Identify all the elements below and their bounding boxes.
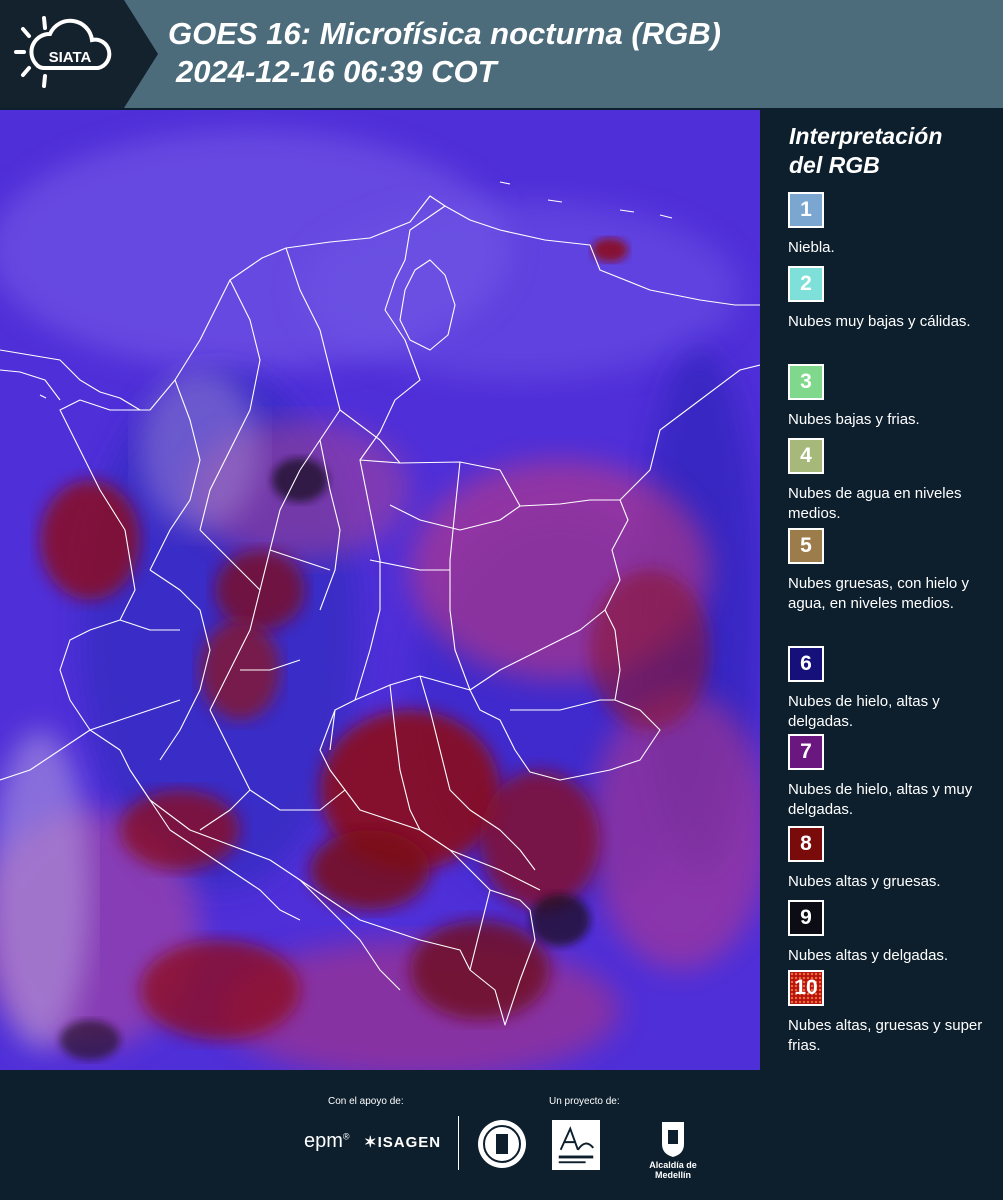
page-timestamp: 2024-12-16 06:39 COT [176, 54, 497, 89]
page-title: GOES 16: Microfísica nocturna (RGB) [168, 16, 721, 51]
siata-logo-icon: SIATA [14, 16, 112, 88]
logo-text: SIATA [49, 49, 92, 66]
footer-divider [458, 1116, 459, 1170]
legend-title-line2: del RGB [789, 152, 880, 178]
legend-swatch: 6 [788, 646, 824, 682]
isagen-logo: ✶ISAGEN [364, 1134, 442, 1151]
seal-logo-icon [478, 1120, 526, 1168]
rgb-legend: Interpretación del RGB 1 Niebla. 2 Nubes mu… [762, 108, 1003, 1070]
legend-item-10: 10 Nubes altas, gruesas y super frias. [788, 970, 998, 1056]
legend-swatch: 10 [788, 970, 824, 1006]
epm-text: epm [304, 1130, 343, 1152]
legend-swatch: 7 [788, 734, 824, 770]
legend-item-label: Nubes de hielo, altas y delgadas. [788, 693, 940, 730]
legend-item-1: 1 Niebla. [788, 192, 998, 258]
legend-item-label: Niebla. [788, 239, 835, 256]
legend-swatch: 1 [788, 192, 824, 228]
legend-item-5: 5 Nubes gruesas, con hielo y agua, en niv… [788, 528, 998, 614]
area-metropolitana-logo-icon [552, 1120, 600, 1170]
medellin-shield-icon [662, 1122, 684, 1157]
legend-item-6: 6 Nubes de hielo, altas y delgadas. [788, 646, 998, 732]
legend-item-label: Nubes altas y gruesas. [788, 873, 941, 890]
legend-item-label: Nubes gruesas, con hielo y agua, en nive… [788, 575, 969, 612]
footer: Con el apoyo de: Un proyecto de: epm® ✶I… [0, 1070, 1003, 1200]
map-canvas [0, 110, 760, 1072]
legend-item-label: Nubes de hielo, altas y muy delgadas. [788, 781, 973, 818]
logo-panel: SIATA [0, 0, 158, 108]
support-label: Con el apoyo de: [328, 1096, 404, 1107]
legend-swatch: 3 [788, 364, 824, 400]
legend-swatch: 2 [788, 266, 824, 302]
medellin-label: Alcaldía de Medellín [649, 1160, 697, 1180]
satellite-map[interactable] [0, 110, 760, 1072]
legend-item-label: Nubes altas y delgadas. [788, 947, 949, 964]
legend-item-label: Nubes de agua en niveles medios. [788, 485, 962, 522]
isagen-text: ISAGEN [377, 1134, 442, 1151]
legend-swatch: 5 [788, 528, 824, 564]
legend-item-7: 7 Nubes de hielo, altas y muy delgadas. [788, 734, 998, 820]
legend-item-4: 4 Nubes de agua en niveles medios. [788, 438, 998, 524]
legend-item-3: 3 Nubes bajas y frias. [788, 364, 998, 430]
legend-item-label: Nubes bajas y frias. [788, 411, 920, 428]
legend-swatch: 9 [788, 900, 824, 936]
legend-item-label: Nubes altas, gruesas y super frias. [788, 1017, 983, 1054]
medellin-logo: Alcaldía de Medellín [638, 1120, 708, 1180]
legend-title: Interpretación del RGB [789, 122, 942, 180]
legend-item-2: 2 Nubes muy bajas y cálidas. [788, 266, 998, 332]
header-bar: SIATA GOES 16: Microfísica nocturna (RGB… [0, 0, 1003, 108]
legend-item-8: 8 Nubes altas y gruesas. [788, 826, 998, 892]
legend-item-label: Nubes muy bajas y cálidas. [788, 313, 971, 330]
legend-swatch: 8 [788, 826, 824, 862]
legend-title-line1: Interpretación [789, 123, 943, 149]
legend-item-9: 9 Nubes altas y delgadas. [788, 900, 998, 966]
legend-swatch: 4 [788, 438, 824, 474]
project-label: Un proyecto de: [549, 1096, 620, 1107]
epm-logo: epm® [304, 1130, 350, 1152]
